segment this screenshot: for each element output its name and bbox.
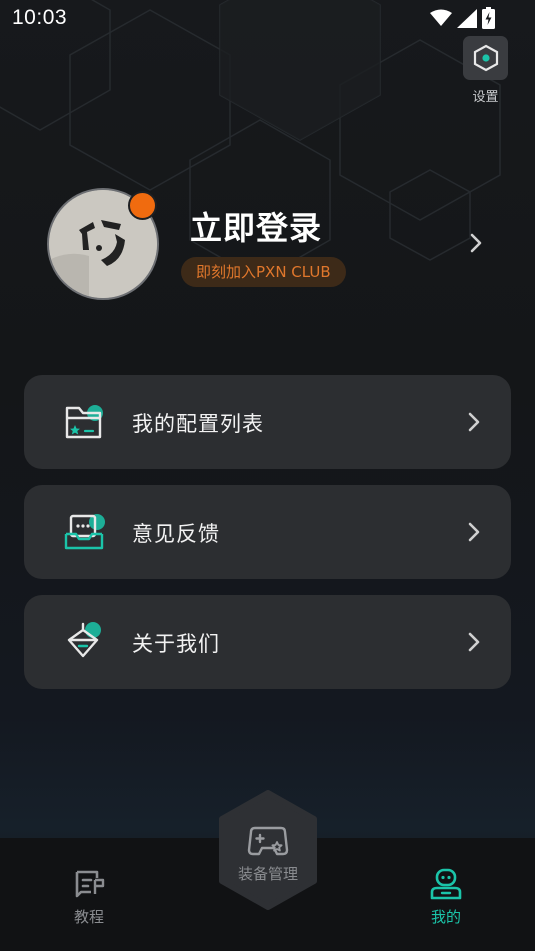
signal-icon — [457, 8, 477, 28]
notification-dot — [128, 191, 157, 220]
gamepad-icon — [247, 826, 289, 856]
chevron-right-icon — [468, 412, 480, 432]
hexagon-settings-icon — [473, 44, 498, 72]
wifi-icon — [430, 9, 452, 26]
robot-user-icon — [430, 868, 462, 900]
menu-item-config-list[interactable]: 我的配置列表 — [24, 375, 511, 469]
status-time: 10:03 — [12, 6, 68, 29]
menu-item-label: 意见反馈 — [132, 522, 220, 546]
shield-about-icon — [67, 622, 101, 658]
settings-label: 设置 — [472, 90, 499, 105]
chevron-right-icon — [468, 632, 480, 652]
settings-button[interactable] — [463, 36, 508, 80]
menu-item-about-us[interactable]: 关于我们 — [24, 595, 511, 689]
nav-tab-label: 装备管理 — [237, 865, 298, 883]
folder-star-icon — [65, 405, 103, 439]
menu-item-label: 关于我们 — [132, 632, 220, 656]
nav-tab-label: 教程 — [73, 908, 104, 926]
login-title[interactable]: 立即登录 — [190, 203, 322, 249]
menu-item-label: 我的配置列表 — [132, 412, 264, 436]
nav-tab-device-management[interactable]: 装备管理 — [218, 790, 318, 910]
feedback-inbox-icon — [64, 514, 105, 550]
profile-chevron-right-icon[interactable] — [466, 232, 486, 254]
club-badge[interactable]: 即刻加入PXN CLUB — [181, 257, 346, 287]
battery-icon — [482, 7, 495, 29]
tutorial-flag-icon — [75, 870, 105, 898]
nav-tab-label: 我的 — [430, 908, 461, 926]
nav-tab-tutorial[interactable]: 教程 — [49, 866, 129, 927]
status-icons — [430, 7, 495, 29]
nav-tab-mine[interactable]: 我的 — [406, 866, 486, 927]
chevron-right-icon — [468, 522, 480, 542]
status-bar: 10:03 — [0, 0, 535, 36]
menu-item-feedback[interactable]: 意见反馈 — [24, 485, 511, 579]
